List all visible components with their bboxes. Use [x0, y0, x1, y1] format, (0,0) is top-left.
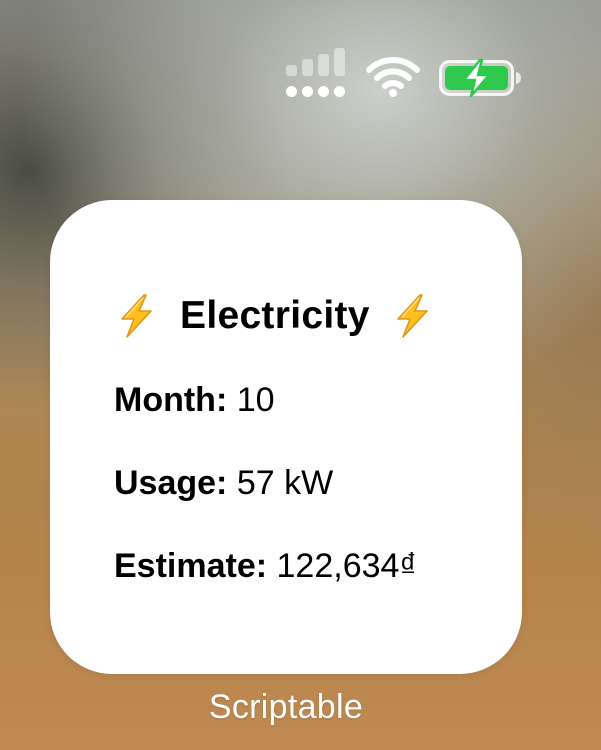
wifi-icon — [366, 57, 420, 97]
cellular-signal-icon — [286, 48, 348, 98]
usage-row: Usage: 57 kW — [114, 463, 333, 503]
month-row: Month: 10 — [114, 380, 275, 420]
battery-charging-icon — [439, 58, 521, 98]
widget-title-row: Electricity — [116, 292, 432, 340]
usage-label: Usage: — [114, 464, 228, 502]
widget-title: Electricity — [180, 294, 370, 337]
lightning-bolt-icon — [121, 294, 152, 338]
month-value: 10 — [236, 381, 275, 419]
estimate-row: Estimate: 122,634₫ — [114, 546, 417, 586]
electricity-widget[interactable]: Electricity Month: 10 Usage: 57 kW Estim… — [50, 200, 522, 674]
month-label: Month: — [114, 381, 228, 419]
lightning-bolt-icon — [396, 294, 428, 338]
estimate-value: 122,634₫ — [276, 547, 417, 585]
status-bar — [286, 48, 526, 100]
widget-app-label: Scriptable — [208, 688, 364, 726]
usage-value: 57 kW — [236, 464, 334, 502]
estimate-label: Estimate: — [114, 547, 268, 585]
